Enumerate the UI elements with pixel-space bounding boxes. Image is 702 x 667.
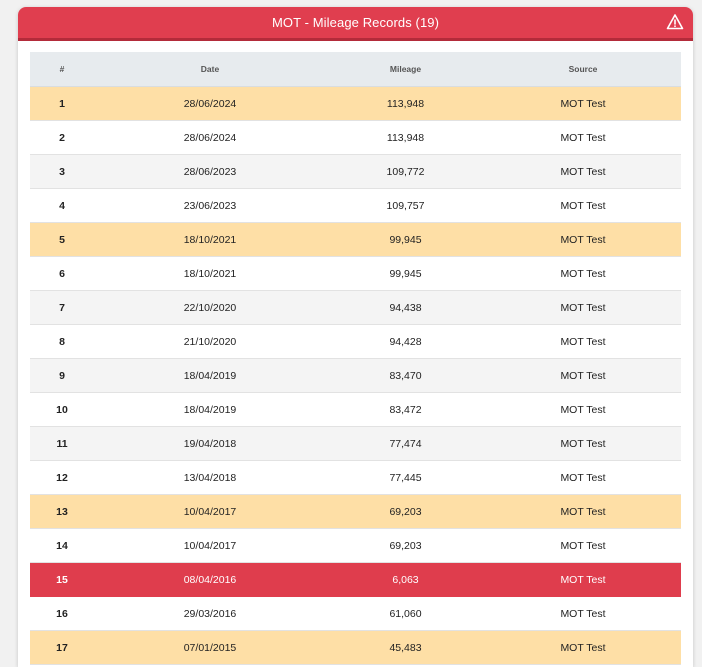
column-header-mileage: Mileage xyxy=(326,52,485,87)
row-number: 10 xyxy=(30,393,94,427)
row-date: 10/04/2017 xyxy=(94,495,326,529)
row-source: MOT Test xyxy=(485,257,681,291)
table-row: 1410/04/201769,203MOT Test xyxy=(30,529,681,563)
table-row: 1508/04/20166,063MOT Test xyxy=(30,563,681,597)
row-source: MOT Test xyxy=(485,359,681,393)
table-row: 128/06/2024113,948MOT Test xyxy=(30,87,681,121)
row-source: MOT Test xyxy=(485,87,681,121)
row-mileage: 6,063 xyxy=(326,563,485,597)
row-number: 16 xyxy=(30,597,94,631)
row-number: 13 xyxy=(30,495,94,529)
row-source: MOT Test xyxy=(485,529,681,563)
row-date: 07/01/2015 xyxy=(94,631,326,665)
row-source: MOT Test xyxy=(485,597,681,631)
row-date: 18/10/2021 xyxy=(94,257,326,291)
panel-title: MOT - Mileage Records (19) xyxy=(272,15,439,30)
row-date: 08/04/2016 xyxy=(94,563,326,597)
row-number: 5 xyxy=(30,223,94,257)
row-source: MOT Test xyxy=(485,291,681,325)
row-date: 18/04/2019 xyxy=(94,359,326,393)
table-row: 1707/01/201545,483MOT Test xyxy=(30,631,681,665)
row-number: 17 xyxy=(30,631,94,665)
row-date: 18/10/2021 xyxy=(94,223,326,257)
row-mileage: 99,945 xyxy=(326,223,485,257)
row-date: 18/04/2019 xyxy=(94,393,326,427)
row-date: 28/06/2024 xyxy=(94,87,326,121)
row-number: 2 xyxy=(30,121,94,155)
row-number: 15 xyxy=(30,563,94,597)
row-number: 11 xyxy=(30,427,94,461)
row-mileage: 83,472 xyxy=(326,393,485,427)
mileage-records-panel: MOT - Mileage Records (19) # Date Mileag… xyxy=(18,7,693,667)
row-source: MOT Test xyxy=(485,189,681,223)
table-row: 423/06/2023109,757MOT Test xyxy=(30,189,681,223)
row-source: MOT Test xyxy=(485,325,681,359)
row-source: MOT Test xyxy=(485,461,681,495)
row-mileage: 45,483 xyxy=(326,631,485,665)
table-row: 518/10/202199,945MOT Test xyxy=(30,223,681,257)
row-source: MOT Test xyxy=(485,155,681,189)
column-header-number: # xyxy=(30,52,94,87)
table-row: 1629/03/201661,060MOT Test xyxy=(30,597,681,631)
row-mileage: 109,757 xyxy=(326,189,485,223)
row-number: 8 xyxy=(30,325,94,359)
row-date: 10/04/2017 xyxy=(94,529,326,563)
row-source: MOT Test xyxy=(485,223,681,257)
panel-header: MOT - Mileage Records (19) xyxy=(18,7,693,41)
table-row: 918/04/201983,470MOT Test xyxy=(30,359,681,393)
row-mileage: 94,428 xyxy=(326,325,485,359)
row-date: 21/10/2020 xyxy=(94,325,326,359)
table-row: 1018/04/201983,472MOT Test xyxy=(30,393,681,427)
table-row: 1119/04/201877,474MOT Test xyxy=(30,427,681,461)
row-date: 28/06/2023 xyxy=(94,155,326,189)
row-number: 9 xyxy=(30,359,94,393)
row-date: 13/04/2018 xyxy=(94,461,326,495)
row-date: 19/04/2018 xyxy=(94,427,326,461)
table-row: 618/10/202199,945MOT Test xyxy=(30,257,681,291)
row-number: 4 xyxy=(30,189,94,223)
row-mileage: 69,203 xyxy=(326,529,485,563)
table-body: 128/06/2024113,948MOT Test228/06/2024113… xyxy=(30,87,681,667)
column-header-date: Date xyxy=(94,52,326,87)
table-row: 821/10/202094,428MOT Test xyxy=(30,325,681,359)
row-date: 29/03/2016 xyxy=(94,597,326,631)
mileage-table-container: # Date Mileage Source 128/06/2024113,948… xyxy=(30,52,681,667)
row-mileage: 83,470 xyxy=(326,359,485,393)
row-date: 28/06/2024 xyxy=(94,121,326,155)
row-mileage: 94,438 xyxy=(326,291,485,325)
row-number: 1 xyxy=(30,87,94,121)
row-number: 12 xyxy=(30,461,94,495)
row-source: MOT Test xyxy=(485,563,681,597)
table-row: 328/06/2023109,772MOT Test xyxy=(30,155,681,189)
row-source: MOT Test xyxy=(485,427,681,461)
warning-triangle-icon[interactable] xyxy=(666,13,684,31)
row-source: MOT Test xyxy=(485,393,681,427)
row-mileage: 61,060 xyxy=(326,597,485,631)
row-mileage: 113,948 xyxy=(326,87,485,121)
table-header-row: # Date Mileage Source xyxy=(30,52,681,87)
row-date: 22/10/2020 xyxy=(94,291,326,325)
row-number: 14 xyxy=(30,529,94,563)
table-row: 1213/04/201877,445MOT Test xyxy=(30,461,681,495)
mileage-table: # Date Mileage Source 128/06/2024113,948… xyxy=(30,52,681,667)
row-number: 6 xyxy=(30,257,94,291)
column-header-source: Source xyxy=(485,52,681,87)
row-mileage: 69,203 xyxy=(326,495,485,529)
row-number: 7 xyxy=(30,291,94,325)
row-number: 3 xyxy=(30,155,94,189)
row-mileage: 113,948 xyxy=(326,121,485,155)
row-source: MOT Test xyxy=(485,121,681,155)
table-row: 228/06/2024113,948MOT Test xyxy=(30,121,681,155)
table-row: 722/10/202094,438MOT Test xyxy=(30,291,681,325)
row-date: 23/06/2023 xyxy=(94,189,326,223)
row-mileage: 99,945 xyxy=(326,257,485,291)
table-row: 1310/04/201769,203MOT Test xyxy=(30,495,681,529)
row-source: MOT Test xyxy=(485,495,681,529)
row-source: MOT Test xyxy=(485,631,681,665)
row-mileage: 109,772 xyxy=(326,155,485,189)
row-mileage: 77,445 xyxy=(326,461,485,495)
row-mileage: 77,474 xyxy=(326,427,485,461)
